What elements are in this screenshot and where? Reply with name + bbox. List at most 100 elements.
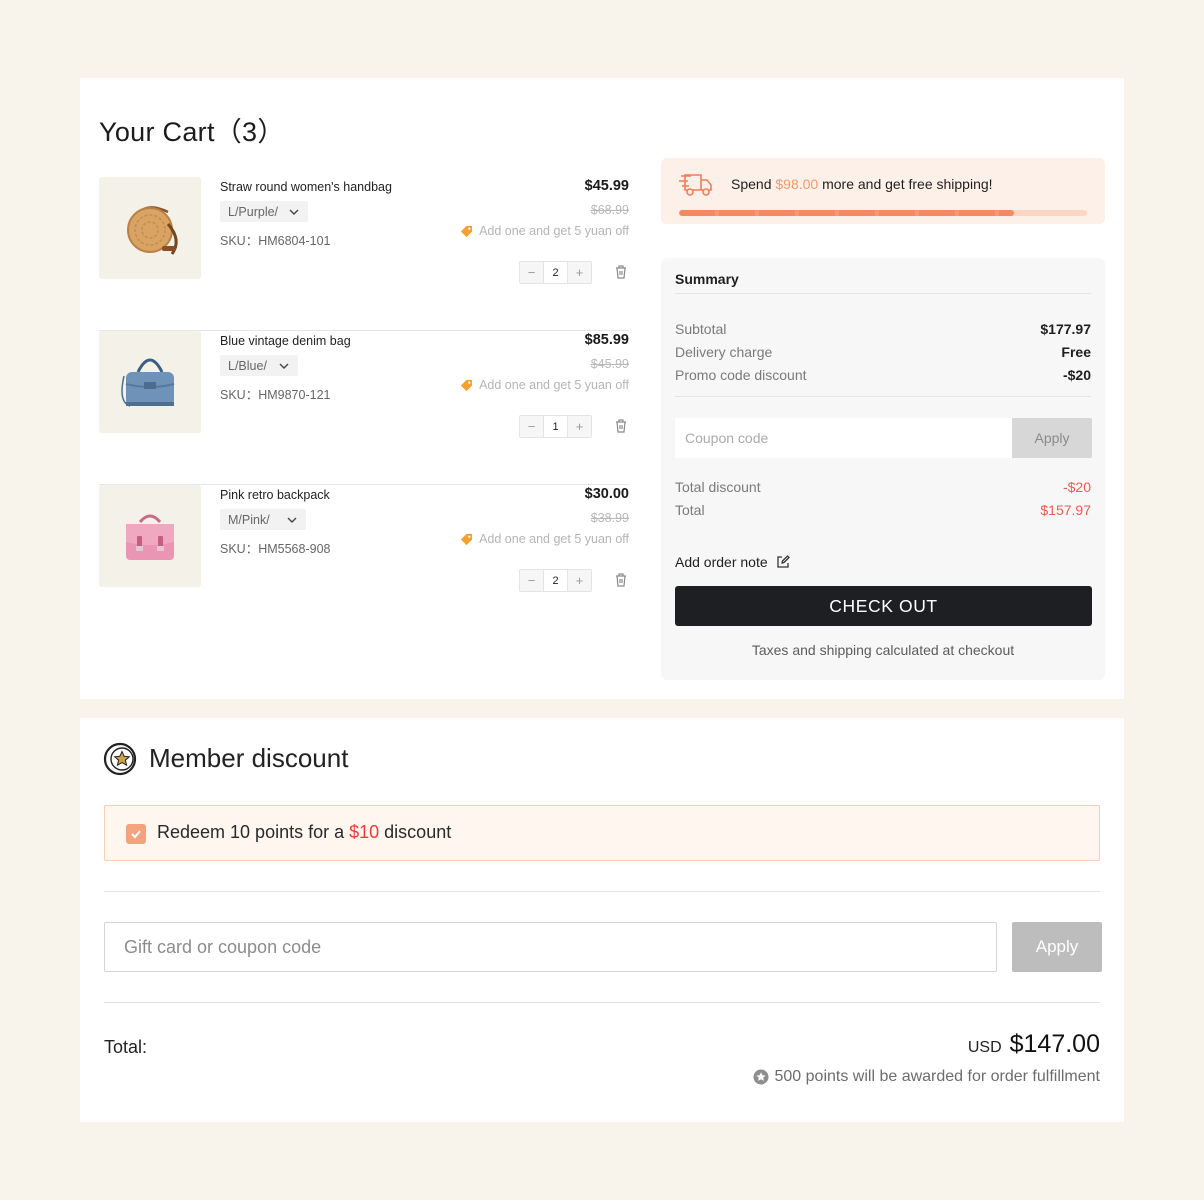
item-old-price: $68.99 <box>590 203 629 217</box>
gift-card-input[interactable]: Gift card or coupon code <box>104 922 997 972</box>
points-text: 500 points will be awarded for order ful… <box>774 1068 1101 1085</box>
quantity-stepper: − 1 + <box>519 415 592 438</box>
cart-card: Your Cart（3） Straw round women's handbag… <box>80 78 1124 699</box>
item-price: $85.99 <box>584 332 629 348</box>
variant-select[interactable]: L/Blue/ <box>220 355 298 376</box>
trash-icon[interactable] <box>614 264 628 280</box>
total-discount-row: Total discount -$20 <box>675 479 1091 495</box>
quantity-value[interactable]: 2 <box>543 570 568 591</box>
add-order-note-link[interactable]: Add order note <box>675 554 790 570</box>
shipping-amount: $98.00 <box>775 176 819 192</box>
chevron-down-icon <box>279 363 289 369</box>
promo-text: Add one and get 5 yuan off <box>479 532 629 546</box>
taxes-note: Taxes and shipping calculated at checkou… <box>751 642 1015 658</box>
currency-code: USD <box>967 1039 1002 1056</box>
cart-item: Pink retro backpack M/Pink/ SKU：HM5568-9… <box>99 485 629 639</box>
gift-apply-button[interactable]: Apply <box>1012 922 1102 972</box>
page-title: Your Cart（3） <box>99 117 285 147</box>
shipping-suffix: more and get free shipping! <box>818 176 993 192</box>
edit-icon <box>776 555 790 568</box>
product-image[interactable] <box>99 177 201 279</box>
variant-value: L/Blue/ <box>228 358 267 373</box>
item-price: $45.99 <box>584 178 629 194</box>
redeem-checkbox[interactable] <box>126 824 146 844</box>
increment-button[interactable]: + <box>568 416 591 437</box>
increment-button[interactable]: + <box>568 262 591 283</box>
decrement-button[interactable]: − <box>520 262 543 283</box>
checkmark-icon <box>131 830 141 839</box>
redeem-suffix: discount <box>379 822 452 842</box>
trash-icon[interactable] <box>614 572 628 588</box>
quantity-value[interactable]: 1 <box>543 416 568 437</box>
delivery-row: Delivery charge Free <box>675 344 1091 360</box>
item-sku: SKU：HM9870-121 <box>220 388 331 402</box>
price-tag-icon <box>461 225 473 237</box>
divider <box>675 293 1091 294</box>
subtotal-row: Subtotal $177.97 <box>675 321 1091 337</box>
item-old-price: $45.99 <box>590 357 629 371</box>
promo-value: -$20 <box>1062 367 1091 383</box>
delivery-label: Delivery charge <box>675 344 773 360</box>
variant-select[interactable]: M/Pink/ <box>220 509 306 530</box>
cart-item: Straw round women's handbag L/Purple/ SK… <box>99 177 629 331</box>
straw-bag-icon <box>127 206 178 255</box>
redeem-amount: $10 <box>349 822 380 842</box>
redeem-points-option[interactable]: Redeem 10 points for a $10 discount <box>104 805 1100 861</box>
member-badge-icon <box>103 742 137 776</box>
shipping-prefix: Spend <box>731 176 776 192</box>
item-price: $30.00 <box>584 486 629 502</box>
subtotal-value: $177.97 <box>1040 321 1091 337</box>
product-image[interactable] <box>99 331 201 433</box>
total-label: Total <box>675 502 705 518</box>
quantity-stepper: − 2 + <box>519 569 592 592</box>
shipping-progress-bar <box>679 210 1087 216</box>
item-sku: SKU：HM6804-101 <box>220 234 331 248</box>
coupon-input[interactable]: Coupon code <box>675 418 1012 458</box>
total-discount-value: -$20 <box>1062 479 1091 495</box>
total-row: Total $157.97 <box>675 502 1091 518</box>
checkout-button[interactable]: CHECK OUT <box>675 586 1092 626</box>
item-promo: Add one and get 5 yuan off <box>460 224 629 238</box>
item-old-price: $38.99 <box>590 511 629 525</box>
variant-select[interactable]: L/Purple/ <box>220 201 309 222</box>
quantity-stepper: − 2 + <box>519 261 592 284</box>
decrement-button[interactable]: − <box>520 416 543 437</box>
delivery-value: Free <box>1061 344 1091 360</box>
item-sku: SKU：HM5568-908 <box>220 542 331 556</box>
promo-text: Add one and get 5 yuan off <box>479 224 629 238</box>
price-tag-icon <box>461 379 473 391</box>
item-promo: Add one and get 5 yuan off <box>460 378 629 392</box>
member-card: Member discount Redeem 10 points for a $… <box>80 718 1124 1122</box>
pink-satchel-icon <box>126 514 174 560</box>
promo-row: Promo code discount -$20 <box>675 367 1091 383</box>
item-name[interactable]: Straw round women's handbag <box>220 180 392 194</box>
grand-total-value: $147.00 <box>1009 1030 1100 1058</box>
coupon-form: Coupon code Apply <box>675 418 1092 458</box>
denim-bag-icon <box>121 358 175 407</box>
chevron-down-icon <box>287 517 297 523</box>
coupon-apply-button[interactable]: Apply <box>1012 418 1092 458</box>
order-summary: Summary Subtotal $177.97 Delivery charge… <box>661 258 1105 680</box>
truck-icon <box>679 174 712 196</box>
points-reward-note: 500 points will be awarded for order ful… <box>753 1068 1101 1086</box>
product-image[interactable] <box>99 485 201 587</box>
redeem-prefix: Redeem 10 points for a <box>157 822 350 842</box>
cart-item: Blue vintage denim bag L/Blue/ SKU：HM987… <box>99 331 629 485</box>
increment-button[interactable]: + <box>568 570 591 591</box>
trash-icon[interactable] <box>614 418 628 434</box>
total-value: $157.97 <box>1040 502 1091 518</box>
price-tag-icon <box>461 533 473 545</box>
item-name[interactable]: Blue vintage denim bag <box>220 334 351 348</box>
divider <box>104 1002 1100 1003</box>
divider <box>675 396 1091 397</box>
variant-value: M/Pink/ <box>228 512 270 527</box>
variant-value: L/Purple/ <box>228 204 279 219</box>
quantity-value[interactable]: 2 <box>543 262 568 283</box>
decrement-button[interactable]: − <box>520 570 543 591</box>
star-coin-icon <box>753 1069 768 1085</box>
total-discount-label: Total discount <box>675 479 761 495</box>
summary-title: Summary <box>675 271 739 287</box>
item-name[interactable]: Pink retro backpack <box>220 488 330 502</box>
grand-total: USD $147.00 <box>968 1030 1100 1059</box>
free-shipping-banner: Spend $98.00 more and get free shipping! <box>661 158 1105 224</box>
